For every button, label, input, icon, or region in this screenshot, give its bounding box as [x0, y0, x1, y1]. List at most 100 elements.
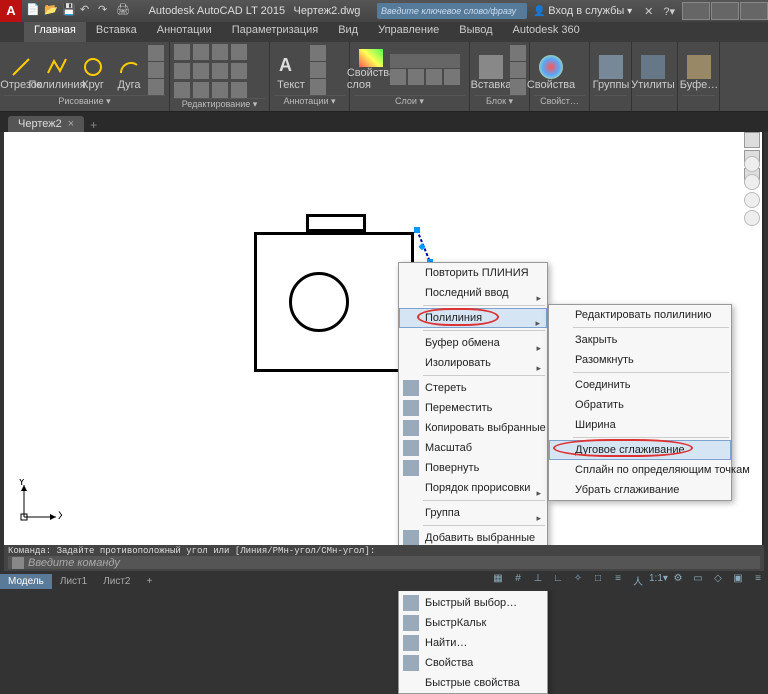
menu-item[interactable]: Быстрые свойства — [399, 673, 547, 693]
draw-misc-icon[interactable] — [148, 45, 164, 61]
menu-item[interactable]: Копировать выбранные — [399, 418, 547, 438]
menu-item[interactable]: Обратить — [549, 395, 731, 415]
arc-button[interactable]: Дуга — [112, 49, 146, 91]
table-icon[interactable] — [310, 79, 326, 95]
layer-icon[interactable] — [444, 69, 460, 85]
clipboard-button[interactable]: Буфе… — [682, 49, 716, 91]
status-ortho-icon[interactable]: ∟ — [549, 573, 567, 589]
dim-icon[interactable] — [310, 45, 326, 61]
layer-icon[interactable] — [390, 69, 406, 85]
menu-item[interactable]: Сплайн по определяющим точкам — [549, 460, 731, 480]
qat-open-icon[interactable]: 📂 — [44, 3, 60, 19]
nav-wheel-icon[interactable] — [744, 156, 760, 172]
menu-item[interactable]: Быстрый выбор… — [399, 593, 547, 613]
status-custom-icon[interactable]: ≡ — [749, 573, 767, 589]
add-layout-button[interactable]: + — [139, 574, 161, 589]
groups-button[interactable]: Группы — [594, 49, 628, 91]
command-input[interactable]: Введите команду — [8, 556, 760, 569]
menu-item[interactable]: Стереть — [399, 378, 547, 398]
status-model-icon[interactable]: ▦ — [489, 573, 507, 589]
menu-item[interactable]: Закрыть — [549, 330, 731, 350]
block-icon[interactable] — [510, 79, 526, 95]
insert-button[interactable]: Вставка — [474, 49, 508, 91]
model-tab[interactable]: Модель — [0, 574, 52, 589]
status-osnap-icon[interactable]: □ — [589, 573, 607, 589]
document-tab[interactable]: Чертеж2× — [8, 116, 84, 132]
status-polar-icon[interactable]: ✧ — [569, 573, 587, 589]
ribbon-tab[interactable]: Вставка — [86, 22, 147, 42]
ribbon-tab[interactable]: Параметризация — [222, 22, 328, 42]
panel-layers-label[interactable]: Слои ▾ — [354, 95, 465, 109]
rotate-icon[interactable] — [193, 44, 209, 60]
panel-modify-label[interactable]: Редактирование ▾ — [174, 98, 265, 110]
status-scale-icon[interactable]: 1:1▾ — [649, 573, 667, 589]
misc-icon[interactable] — [231, 44, 247, 60]
minimize-button[interactable] — [682, 2, 710, 20]
menu-item[interactable]: Ширина — [549, 415, 731, 435]
layout-tab[interactable]: Лист2 — [95, 574, 138, 589]
misc-icon[interactable] — [231, 82, 247, 98]
ribbon-tab[interactable]: Autodesk 360 — [503, 22, 590, 42]
help-search-input[interactable]: Введите ключевое слово/фразу — [377, 3, 527, 19]
move-icon[interactable] — [174, 44, 190, 60]
menu-item[interactable]: Переместить — [399, 398, 547, 418]
menu-item[interactable]: Найти… — [399, 633, 547, 653]
drawing-canvas[interactable]: XY Повторить ПЛИНИЯПоследний вводПолилин… — [4, 132, 762, 545]
status-snap-icon[interactable]: ⊥ — [529, 573, 547, 589]
status-monitor-icon[interactable]: ▭ — [689, 573, 707, 589]
fillet-icon[interactable] — [212, 63, 228, 79]
menu-item[interactable]: Буфер обмена — [399, 333, 547, 353]
status-iso-icon[interactable]: ◇ — [709, 573, 727, 589]
maximize-button[interactable] — [711, 2, 739, 20]
array-icon[interactable] — [212, 82, 228, 98]
polyline-button[interactable]: Полилиния — [40, 49, 74, 91]
utils-button[interactable]: Утилиты — [636, 49, 670, 91]
panel-block-label[interactable]: Блок ▾ — [474, 95, 525, 109]
nav-zoom-icon[interactable] — [744, 192, 760, 208]
status-grid-icon[interactable]: # — [509, 573, 527, 589]
menu-item[interactable]: Порядок прорисовки — [399, 478, 547, 498]
menu-item[interactable]: Соединить — [549, 375, 731, 395]
layer-icon[interactable] — [426, 69, 442, 85]
qat-save-icon[interactable]: 💾 — [62, 3, 78, 19]
menu-item[interactable]: Редактировать полилинию — [549, 305, 731, 325]
vp-minimize-icon[interactable] — [744, 132, 760, 148]
copy-icon[interactable] — [174, 63, 190, 79]
menu-item[interactable]: Свойства — [399, 653, 547, 673]
panel-props-label[interactable]: Свойст… — [534, 95, 585, 109]
new-tab-button[interactable]: + — [90, 118, 97, 132]
close-tab-icon[interactable]: × — [68, 118, 74, 130]
status-anno-icon[interactable]: 人 — [629, 573, 647, 589]
menu-item[interactable]: Масштаб — [399, 438, 547, 458]
text-button[interactable]: AТекст — [274, 49, 308, 91]
ribbon-tab[interactable]: Вывод — [449, 22, 502, 42]
qat-undo-icon[interactable]: ↶ — [80, 3, 96, 19]
nav-orbit-icon[interactable] — [744, 210, 760, 226]
status-ws-icon[interactable]: ⚙ — [669, 573, 687, 589]
misc-icon[interactable] — [231, 63, 247, 79]
stretch-icon[interactable] — [174, 82, 190, 98]
nav-pan-icon[interactable] — [744, 174, 760, 190]
circle-button[interactable]: Круг — [76, 49, 110, 91]
block-icon[interactable] — [510, 45, 526, 61]
props-button[interactable]: Свойства — [534, 49, 568, 91]
menu-item[interactable]: Полилиния — [399, 308, 547, 328]
close-button[interactable] — [740, 2, 768, 20]
signin-menu[interactable]: 👤 Вход в службы ▾ — [533, 5, 632, 17]
ribbon-tab[interactable]: Аннотации — [147, 22, 222, 42]
qat-new-icon[interactable]: 📄 — [26, 3, 42, 19]
qat-redo-icon[interactable]: ↷ — [98, 3, 114, 19]
ribbon-tab[interactable]: Вид — [328, 22, 368, 42]
leader-icon[interactable] — [310, 62, 326, 78]
menu-item[interactable]: Последний ввод — [399, 283, 547, 303]
draw-misc-icon[interactable] — [148, 62, 164, 78]
ribbon-tab[interactable]: Главная — [24, 22, 86, 42]
help-icon[interactable]: ?▾ — [663, 5, 675, 18]
layout-tab[interactable]: Лист1 — [52, 574, 95, 589]
menu-item[interactable]: Убрать сглаживание — [549, 480, 731, 500]
trim-icon[interactable] — [212, 44, 228, 60]
status-lwt-icon[interactable]: ≡ — [609, 573, 627, 589]
layer-dropdown[interactable] — [390, 54, 460, 68]
menu-item[interactable]: Изолировать — [399, 353, 547, 373]
ribbon-tab[interactable]: Управление — [368, 22, 449, 42]
